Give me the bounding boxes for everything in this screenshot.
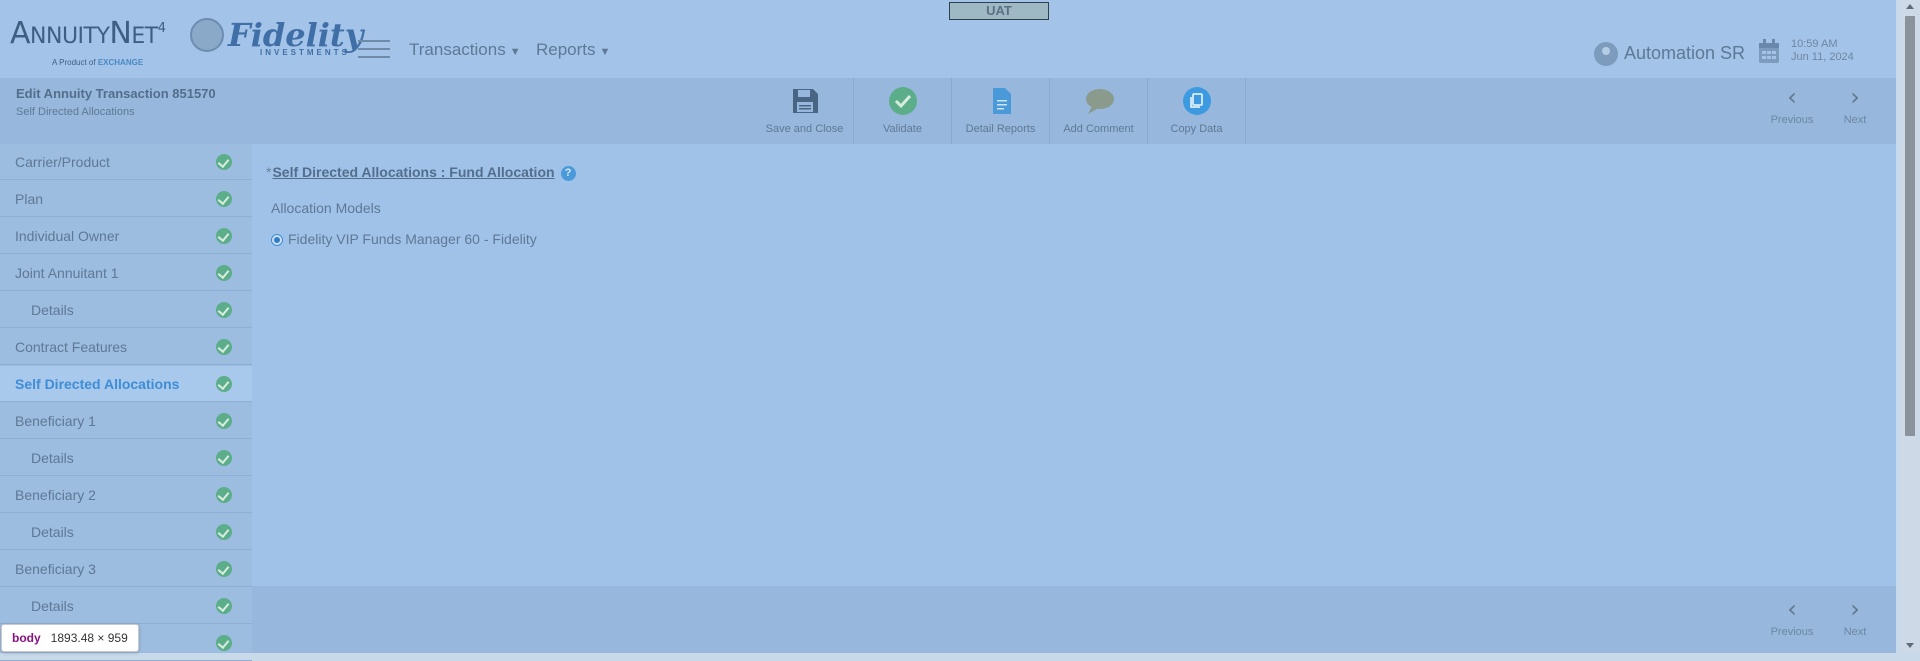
required-marker: *: [266, 164, 272, 180]
section-title-link[interactable]: Self Directed Allocations : Fund Allocat…: [272, 164, 554, 180]
chevron-left-icon: ‹: [1787, 83, 1797, 111]
check-circle-icon: [216, 154, 232, 170]
time-text: 10:59 AM: [1791, 38, 1838, 50]
save-and-close-button[interactable]: Save and Close: [756, 78, 854, 144]
checkmark-icon: [889, 87, 917, 115]
calendar-icon: [1759, 39, 1779, 63]
hamburger-menu-icon[interactable]: [358, 40, 390, 60]
sidebar-item-contract-features[interactable]: Contract Features: [0, 329, 252, 365]
chevron-down-icon: ▼: [509, 46, 521, 58]
check-circle-icon: [216, 339, 232, 355]
date-text: Jun 11, 2024: [1791, 51, 1854, 63]
sidebar-item-beneficiary-3[interactable]: Beneficiary 3: [0, 551, 252, 587]
speech-bubble-icon: [1086, 89, 1114, 114]
help-icon[interactable]: ?: [560, 165, 576, 181]
check-circle-icon: [216, 450, 232, 466]
check-circle-icon: [216, 191, 232, 207]
page-heading: Edit Annuity Transaction 851570 Self Dir…: [16, 86, 216, 118]
sidebar-item-joint-annuitant-details[interactable]: Details: [0, 292, 252, 328]
add-comment-button[interactable]: Add Comment: [1050, 78, 1148, 144]
datetime-display: 10:59 AM Jun 11, 2024: [1791, 38, 1854, 64]
check-circle-icon: [216, 635, 232, 651]
chevron-left-icon: ‹: [1787, 595, 1797, 623]
check-circle-icon: [216, 487, 232, 503]
vertical-scrollbar[interactable]: [1900, 0, 1920, 653]
scroll-down-arrow-icon[interactable]: [1906, 643, 1914, 648]
copy-data-button[interactable]: Copy Data: [1148, 78, 1246, 144]
check-circle-icon: [216, 561, 232, 577]
floppy-disk-icon: [793, 89, 818, 113]
check-circle-icon: [216, 376, 232, 392]
user-menu[interactable]: Automation SR: [1594, 42, 1745, 66]
allocation-option-label: Fidelity VIP Funds Manager 60 - Fidelity: [288, 231, 537, 247]
sidebar: Carrier/Product Plan Individual Owner Jo…: [0, 144, 252, 661]
next-button-bottom[interactable]: › Next: [1827, 590, 1883, 650]
chevron-right-icon: ›: [1850, 595, 1860, 623]
previous-button[interactable]: ‹ Previous: [1764, 78, 1820, 138]
sidebar-item-self-directed-allocations[interactable]: Self Directed Allocations: [0, 366, 252, 402]
check-circle-icon: [216, 413, 232, 429]
fidelity-logo: Fidelity INVESTMENTS: [190, 18, 363, 58]
allocation-option[interactable]: Fidelity VIP Funds Manager 60 - Fidelity: [271, 231, 537, 247]
devtools-size: 1893.48 × 959: [50, 631, 128, 645]
previous-button-bottom[interactable]: ‹ Previous: [1764, 590, 1820, 650]
annuitynet-logo[interactable]: ANNUITYNET4 A Product of EXCHANGE: [10, 14, 175, 68]
check-circle-icon: [216, 265, 232, 281]
fidelity-seal-icon: [190, 18, 224, 52]
page-toolbar: Edit Annuity Transaction 851570 Self Dir…: [0, 78, 1896, 144]
section-title: *Self Directed Allocations : Fund Alloca…: [266, 164, 576, 181]
sidebar-item-beneficiary-3-details[interactable]: Details: [0, 588, 252, 624]
check-circle-icon: [216, 228, 232, 244]
sidebar-item-beneficiary-2[interactable]: Beneficiary 2: [0, 477, 252, 513]
sidebar-item-beneficiary-1[interactable]: Beneficiary 1: [0, 403, 252, 439]
menu-transactions[interactable]: Transactions ▼: [409, 40, 521, 60]
sidebar-item-individual-owner[interactable]: Individual Owner: [0, 218, 252, 254]
sidebar-item-carrier-product[interactable]: Carrier/Product: [0, 144, 252, 180]
devtools-element-tooltip: body 1893.48 × 959: [1, 624, 139, 652]
check-circle-icon: [216, 598, 232, 614]
sidebar-item-beneficiary-1-details[interactable]: Details: [0, 440, 252, 476]
devtools-tag-name: body: [12, 631, 41, 645]
sidebar-item-joint-annuitant-1[interactable]: Joint Annuitant 1: [0, 255, 252, 291]
sidebar-item-beneficiary-2-details[interactable]: Details: [0, 514, 252, 550]
check-circle-icon: [216, 302, 232, 318]
main-content: *Self Directed Allocations : Fund Alloca…: [252, 144, 1896, 586]
allocation-models-label: Allocation Models: [271, 200, 381, 216]
user-avatar-icon: [1594, 42, 1618, 66]
environment-badge: UAT: [949, 2, 1049, 20]
menu-reports[interactable]: Reports ▼: [536, 40, 610, 60]
detail-reports-button[interactable]: Detail Reports: [952, 78, 1050, 144]
bottom-nav-bar: ‹ Previous › Next: [252, 586, 1896, 653]
document-icon: [993, 88, 1011, 114]
scroll-up-arrow-icon[interactable]: [1906, 4, 1914, 9]
allocation-radio[interactable]: [271, 234, 283, 247]
scrollbar-thumb[interactable]: [1905, 16, 1915, 436]
page-subtitle: Self Directed Allocations: [16, 106, 135, 118]
chevron-down-icon: ▼: [599, 46, 611, 58]
sidebar-item-plan[interactable]: Plan: [0, 181, 252, 217]
next-button[interactable]: › Next: [1827, 78, 1883, 138]
check-circle-icon: [216, 524, 232, 540]
validate-button[interactable]: Validate: [854, 78, 952, 144]
copy-icon: [1183, 87, 1211, 115]
user-name: Automation SR: [1624, 42, 1746, 63]
chevron-right-icon: ›: [1850, 83, 1860, 111]
top-header: ANNUITYNET4 A Product of EXCHANGE Fideli…: [0, 0, 1896, 78]
page-title: Edit Annuity Transaction 851570: [16, 86, 216, 101]
